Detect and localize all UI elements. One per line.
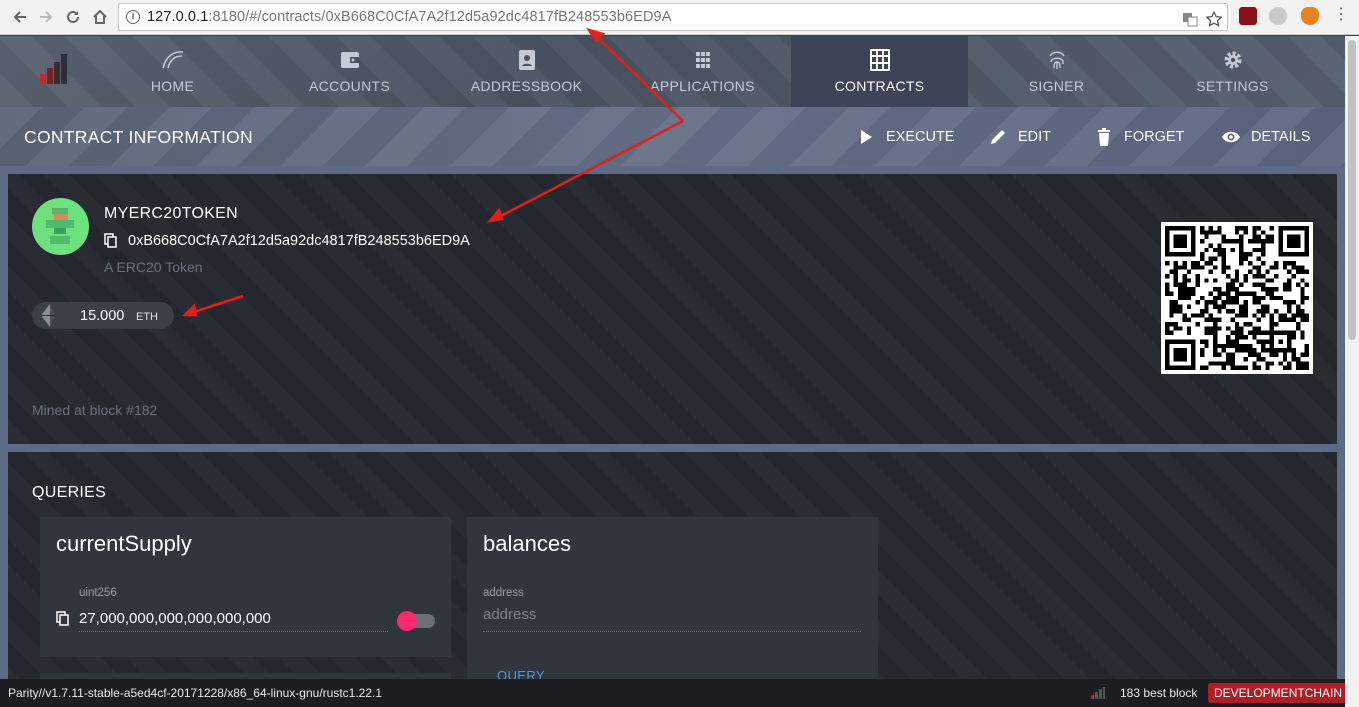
home-icon <box>161 51 183 69</box>
contract-name: MYERC20TOKEN <box>104 205 239 222</box>
scrollbar-thumb[interactable] <box>1348 40 1356 340</box>
fingerprint-icon <box>1048 51 1065 69</box>
parity-logo[interactable] <box>38 54 70 84</box>
tab-label: SETTINGS <box>1196 78 1269 94</box>
tab-label: SIGNER <box>1028 78 1085 94</box>
eye-icon <box>1222 131 1240 143</box>
output-underline <box>79 631 388 632</box>
query-name: balances <box>483 531 572 556</box>
query-name: currentSupply <box>56 531 192 556</box>
toggle-knob[interactable] <box>397 611 417 631</box>
tab-accounts[interactable]: ACCOUNTS <box>261 36 438 107</box>
queries-title: QUERIES <box>32 484 107 501</box>
tab-signer[interactable]: SIGNER <box>968 36 1145 107</box>
pencil-icon <box>991 130 1005 144</box>
tab-addressbook[interactable]: ADDRESSBOOK <box>438 36 615 107</box>
browser-menu-icon[interactable]: ⋮ <box>1333 7 1349 25</box>
apps-grid-icon <box>695 52 710 68</box>
query-current-supply: currentSupply uint256 27,000,000,000,000… <box>40 517 451 657</box>
mined-block-text: Mined at block #182 <box>32 402 158 418</box>
top-navigation: HOME ACCOUNTS ADDRESSBOOK APPLICATIONS C… <box>0 36 1345 107</box>
contract-description: A ERC20 Token <box>104 259 203 275</box>
copy-icon[interactable] <box>104 233 118 249</box>
contracts-grid-icon <box>869 49 890 71</box>
details-button[interactable]: DETAILS <box>1221 125 1310 149</box>
browser-toolbar: i 127.0.0.1:8180/#/contracts/0xB668C0CfA… <box>0 0 1359 35</box>
site-info-icon[interactable]: i <box>126 10 140 24</box>
tab-applications[interactable]: APPLICATIONS <box>614 36 791 107</box>
query-output-value: 27,000,000,000,000,000,000 <box>79 610 271 627</box>
metamask-fox-icon[interactable] <box>1301 7 1319 25</box>
status-bar: Parity//v1.7.11-stable-a5ed4cf-20171228/… <box>0 679 1349 707</box>
contract-address: 0xB668C0CfA7A2f12d5a92dc4817fB248553b6ED… <box>128 233 470 249</box>
client-version: Parity//v1.7.11-stable-a5ed4cf-20171228/… <box>8 686 383 700</box>
contract-identicon <box>32 198 89 255</box>
forget-button[interactable]: FORGET <box>1094 125 1184 149</box>
address-input[interactable] <box>483 606 861 623</box>
globe-extension-icon[interactable] <box>1269 7 1287 25</box>
signal-icon <box>1091 687 1105 699</box>
execute-label: EXECUTE <box>886 129 955 145</box>
edit-label: EDIT <box>1018 129 1052 145</box>
wallet-icon <box>340 52 359 68</box>
ublock-extension-icon[interactable] <box>1239 7 1257 25</box>
balance-unit: ETH <box>136 311 158 323</box>
input-underline <box>483 631 861 632</box>
tab-settings[interactable]: SETTINGS <box>1144 36 1321 107</box>
reload-icon[interactable] <box>62 6 84 28</box>
address-input-label: address <box>483 587 524 599</box>
tab-label: HOME <box>150 78 195 94</box>
query-output-type: uint256 <box>79 587 117 599</box>
tab-label: APPLICATIONS <box>650 78 755 94</box>
bookmark-star-icon[interactable] <box>1205 10 1223 27</box>
forget-label: FORGET <box>1124 129 1185 145</box>
translate-icon[interactable] <box>1182 11 1198 27</box>
tab-label: CONTRACTS <box>834 78 925 94</box>
balance-value: 15.000 <box>80 308 125 324</box>
action-bar: CONTRACT INFORMATION EXECUTE EDIT FORGET… <box>0 107 1345 166</box>
ethereum-icon <box>41 304 55 327</box>
chain-badge: DEVELOPMENTCHAIN <box>1208 683 1349 703</box>
address-qr-code <box>1161 222 1313 374</box>
play-icon <box>861 130 872 144</box>
address-bar[interactable]: i 127.0.0.1:8180/#/contracts/0xB668C0CfA… <box>118 3 1228 31</box>
execute-button[interactable]: EXECUTE <box>856 125 955 149</box>
query-balances: balances address <box>467 517 878 692</box>
details-label: DETAILS <box>1251 129 1311 145</box>
balance-chip: 15.000 ETH <box>32 302 174 329</box>
contact-icon <box>518 50 535 70</box>
page-title: CONTRACT INFORMATION <box>24 127 253 147</box>
tab-home[interactable]: HOME <box>84 36 261 107</box>
best-block-count: 183 best block <box>1120 686 1198 700</box>
gear-icon <box>1224 51 1241 69</box>
tab-label: ACCOUNTS <box>309 78 390 94</box>
copy-icon[interactable] <box>56 611 70 627</box>
forward-icon[interactable] <box>35 6 57 28</box>
trash-icon <box>1098 128 1110 146</box>
tab-label: ADDRESSBOOK <box>470 78 583 94</box>
tab-contracts[interactable]: CONTRACTS <box>791 36 968 107</box>
page-scrollbar[interactable] <box>1345 36 1359 707</box>
edit-button[interactable]: EDIT <box>988 125 1051 149</box>
address-bar-url[interactable]: 127.0.0.1:8180/#/contracts/0xB668C0CfA7A… <box>147 9 671 25</box>
back-icon[interactable] <box>9 6 31 28</box>
home-page-icon[interactable] <box>89 6 111 28</box>
value-format-toggle[interactable] <box>397 611 435 631</box>
